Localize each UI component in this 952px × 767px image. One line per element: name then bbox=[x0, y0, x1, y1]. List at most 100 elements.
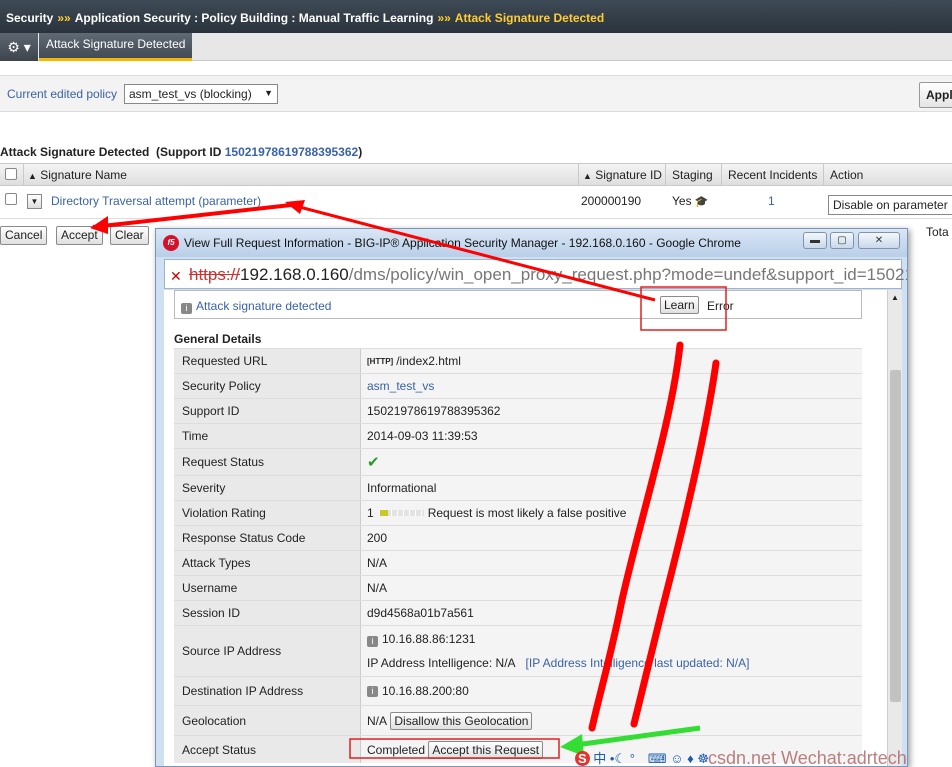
security-policy-link[interactable]: asm_test_vs bbox=[367, 379, 434, 393]
window-titlebar[interactable]: f5 View Full Request Information - BIG-I… bbox=[156, 229, 907, 257]
detail-value: N/A bbox=[367, 581, 388, 595]
section-title-text: Attack Signature Detected bbox=[0, 145, 150, 159]
section-title: Attack Signature Detected (Support ID 15… bbox=[0, 145, 362, 159]
requested-url-value: /index2.html bbox=[396, 354, 461, 368]
general-details-title: General Details bbox=[174, 332, 262, 346]
detail-label: Attack Types bbox=[174, 551, 361, 575]
breadcrumb-current: Attack Signature Detected bbox=[454, 11, 605, 25]
detail-row-username: Username N/A bbox=[174, 575, 862, 600]
detail-value: N/A Disallow this Geolocation bbox=[362, 706, 862, 735]
detail-label: Geolocation bbox=[174, 706, 361, 735]
breadcrumb-middle[interactable]: Application Security : Policy Building :… bbox=[75, 11, 434, 25]
breadcrumb-separator: »» bbox=[437, 11, 451, 25]
clear-button[interactable]: Clear bbox=[110, 226, 149, 245]
info-icon[interactable]: i bbox=[367, 636, 378, 647]
detail-label: Destination IP Address bbox=[174, 677, 361, 705]
detail-row-violation-rating: Violation Rating 1 Request is most likely… bbox=[174, 500, 862, 525]
violation-rating-value: 1 bbox=[367, 506, 374, 520]
detail-label: Source IP Address bbox=[174, 626, 361, 676]
signature-name-link[interactable]: Directory Traversal attempt (parameter) bbox=[51, 194, 261, 208]
general-details-table: Requested URL [HTTP]/index2.html Securit… bbox=[174, 348, 862, 763]
detail-value: Informational bbox=[367, 481, 437, 495]
select-all-checkbox[interactable] bbox=[5, 168, 17, 180]
signature-id-value: 200000190 bbox=[581, 194, 642, 208]
detail-value: [HTTP]/index2.html bbox=[362, 349, 862, 373]
info-icon: i bbox=[181, 303, 192, 314]
policy-select-value: asm_test_vs (blocking) bbox=[129, 87, 252, 101]
current-edited-policy-label[interactable]: Current edited policy bbox=[7, 87, 117, 101]
detail-label: Severity bbox=[174, 476, 361, 500]
vertical-scrollbar[interactable]: ▲ bbox=[887, 290, 902, 766]
ime-tray: S 中 •☾ ° ⌨ ☺ ♦ ☸ bbox=[575, 748, 709, 767]
scrollbar-thumb[interactable] bbox=[890, 370, 901, 702]
gear-icon[interactable]: ⚙ ▾ bbox=[0, 33, 38, 61]
detail-row-severity: Severity Informational bbox=[174, 475, 862, 500]
detail-label: Username bbox=[174, 576, 361, 600]
accept-this-request-button[interactable]: Accept this Request bbox=[428, 740, 544, 759]
disallow-geolocation-button[interactable]: Disallow this Geolocation bbox=[390, 711, 533, 730]
breadcrumb-root[interactable]: Security bbox=[6, 11, 53, 25]
tab-attack-signature-detected[interactable]: Attack Signature Detected bbox=[39, 33, 193, 61]
detail-value: ✔ bbox=[362, 449, 862, 475]
detail-row-requested-url: Requested URL [HTTP]/index2.html bbox=[174, 348, 862, 373]
check-icon: ✔ bbox=[367, 454, 380, 471]
detail-label: Response Status Code bbox=[174, 526, 361, 550]
expand-row-icon[interactable]: ▼ bbox=[27, 194, 42, 209]
apply-policy-button[interactable]: Appl bbox=[919, 82, 952, 108]
sort-asc-icon: ▲ bbox=[28, 171, 37, 181]
staging-value: Yes 🎓 bbox=[672, 194, 709, 208]
learn-button[interactable]: Learn bbox=[660, 296, 699, 314]
dest-ip-value: 10.16.88.200:80 bbox=[382, 684, 469, 698]
sort-icon: ▲ bbox=[583, 171, 592, 181]
column-recent-incidents[interactable]: Recent Incidents bbox=[721, 164, 823, 186]
support-id-link[interactable]: 15021978619788395362 bbox=[225, 145, 358, 159]
detail-label: Request Status bbox=[174, 449, 361, 475]
accept-button[interactable]: Accept bbox=[56, 226, 103, 245]
support-id-prefix: (Support ID bbox=[156, 145, 222, 159]
column-label: Signature ID bbox=[595, 168, 662, 182]
violation-rating-note: Request is most likely a false positive bbox=[427, 506, 627, 520]
minimize-icon[interactable]: ▬ bbox=[803, 232, 827, 249]
recent-incidents-link[interactable]: 1 bbox=[768, 194, 775, 208]
watermark: csdn.net Wechat:adrtech bbox=[708, 748, 907, 767]
column-signature-name[interactable]: ▲ Signature Name bbox=[23, 164, 578, 186]
scroll-up-icon[interactable]: ▲ bbox=[891, 293, 899, 302]
cancel-button[interactable]: Cancel bbox=[0, 226, 48, 245]
row-checkbox[interactable] bbox=[5, 193, 17, 205]
ip-intelligence-link[interactable]: [IP Address Intelligence last updated: N… bbox=[526, 656, 750, 670]
detail-label: Session ID bbox=[174, 601, 361, 625]
info-icon[interactable]: i bbox=[367, 685, 378, 697]
violation-rating-meter bbox=[379, 510, 424, 516]
breadcrumb-separator: »» bbox=[57, 11, 71, 25]
url-scheme: https:// bbox=[189, 265, 241, 284]
detail-value: d9d4568a01b7a561 bbox=[367, 606, 474, 620]
column-action[interactable]: Action bbox=[823, 164, 952, 186]
total-label: Tota bbox=[926, 225, 949, 239]
alert-link[interactable]: Attack signature detected bbox=[196, 299, 331, 313]
detail-value: 200 bbox=[367, 531, 388, 545]
request-info-window: f5 View Full Request Information - BIG-I… bbox=[155, 228, 908, 767]
policy-bar: Current edited policy asm_test_vs (block… bbox=[0, 75, 952, 112]
f5-logo-icon: f5 bbox=[163, 235, 179, 251]
sogou-icon[interactable]: S bbox=[575, 751, 590, 766]
detail-row-source-ip: Source IP Address i 10.16.88.86:1231 IP A… bbox=[174, 625, 862, 676]
maximize-icon[interactable]: ▢ bbox=[830, 232, 854, 249]
detail-label: Time bbox=[174, 424, 361, 448]
address-bar[interactable]: ✕ https://192.168.0.160/dms/policy/win_o… bbox=[164, 259, 907, 289]
request-details-content: i Attack signature detected Learn Error G… bbox=[164, 290, 887, 766]
ime-tray-icons: 中 •☾ ° ⌨ ☺ ♦ ☸ bbox=[593, 751, 710, 766]
detail-row-attack-types: Attack Types N/A bbox=[174, 550, 862, 575]
detail-row-session-id: Session ID d9d4568a01b7a561 bbox=[174, 600, 862, 625]
column-signature-id[interactable]: ▲ Signature ID bbox=[578, 164, 665, 186]
chevron-down-icon: ▼ bbox=[264, 88, 273, 98]
url-path: /dms/policy/win_open_proxy_request.php?m… bbox=[348, 265, 908, 284]
alert-item: i Attack signature detected bbox=[181, 299, 331, 314]
action-select[interactable]: Disable on parameter bbox=[828, 195, 952, 215]
close-icon[interactable]: ✕ bbox=[858, 232, 900, 249]
table-header: ▲ Signature Name ▲ Signature ID Staging … bbox=[0, 163, 952, 186]
detail-label: Accept Status bbox=[174, 736, 361, 763]
policy-select[interactable]: asm_test_vs (blocking) ▼ bbox=[124, 84, 278, 104]
detail-value: asm_test_vs bbox=[362, 374, 862, 398]
column-staging[interactable]: Staging bbox=[665, 164, 721, 186]
insecure-lock-icon: ✕ bbox=[170, 268, 182, 284]
